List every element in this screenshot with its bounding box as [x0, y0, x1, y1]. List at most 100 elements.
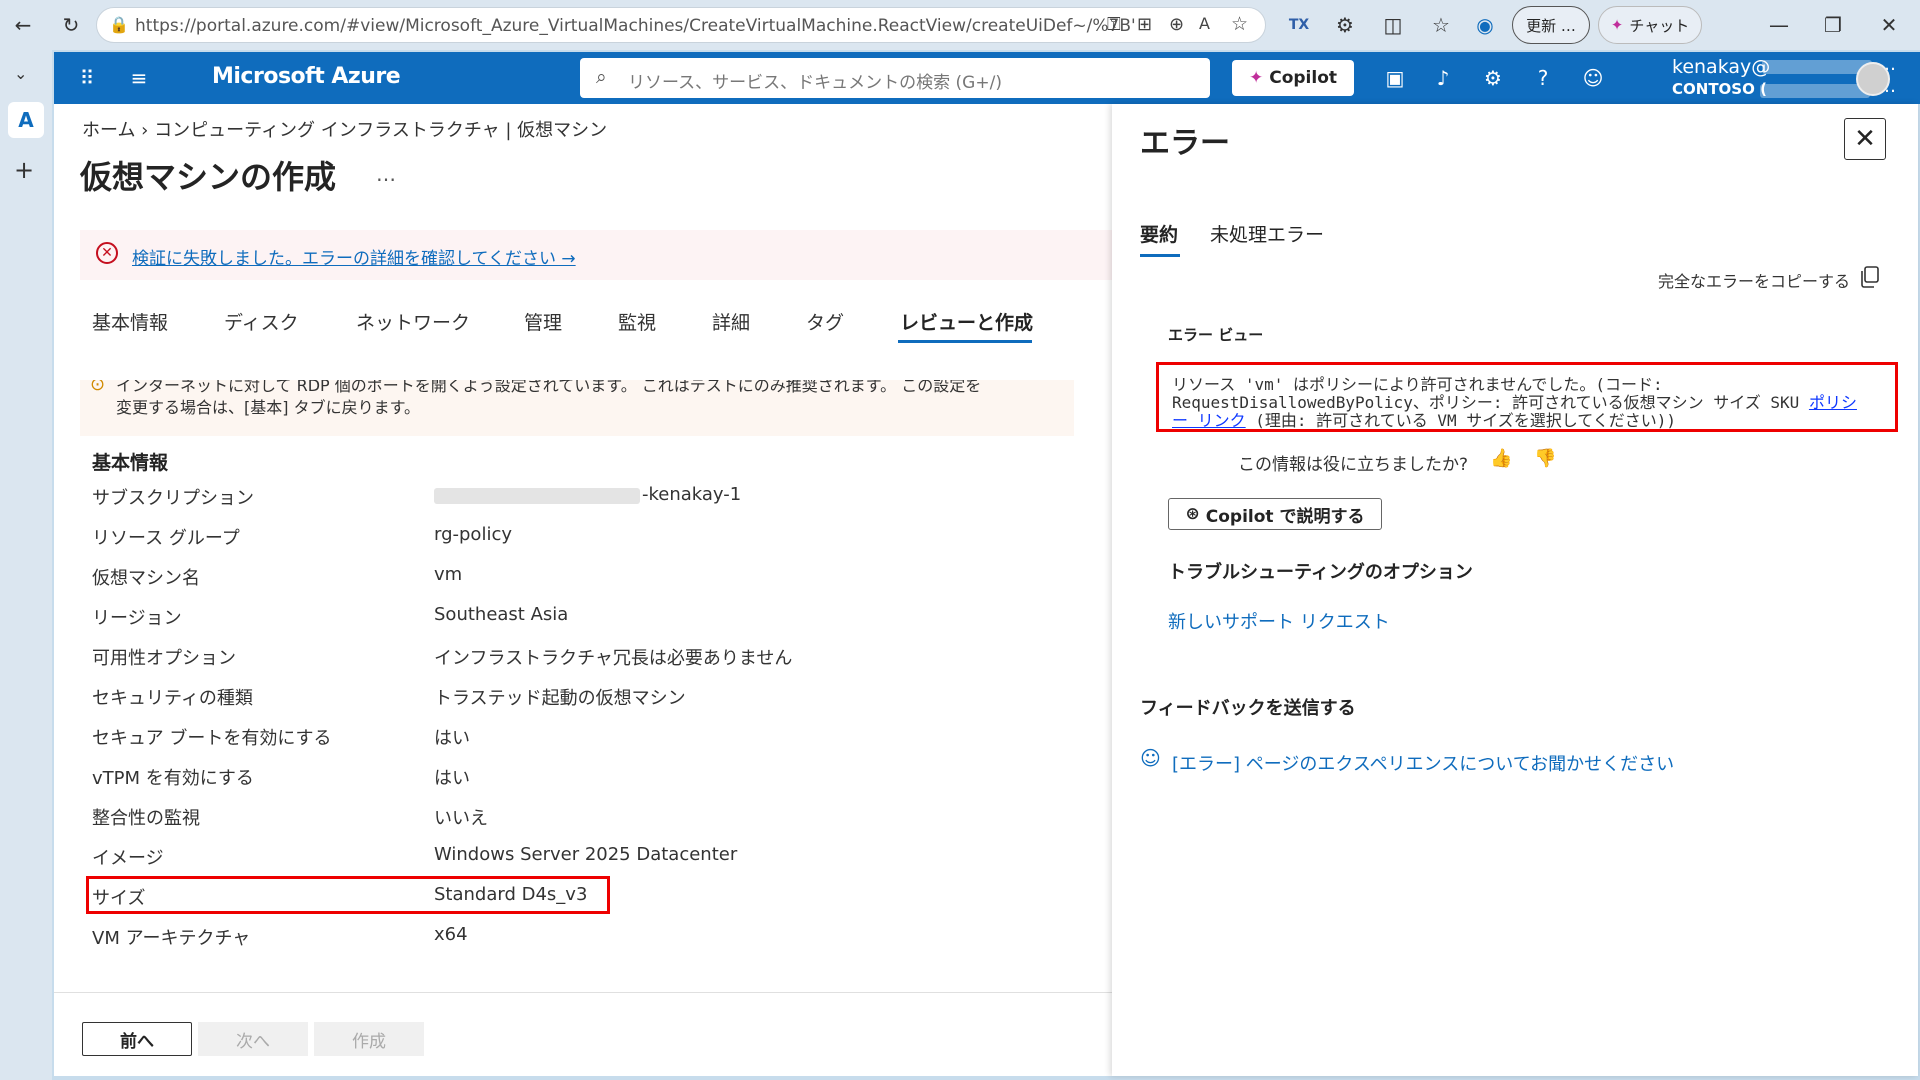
row-value: Southeast Asia	[434, 604, 569, 625]
feedback-link[interactable]: [エラー] ページのエクスペリエンスについてお聞かせください	[1172, 750, 1674, 776]
minimize-icon[interactable]: —	[1762, 8, 1796, 42]
address-bar[interactable]: 🔒 https://portal.azure.com/#view/Microso…	[96, 7, 1266, 43]
cloud-shell-icon[interactable]: ▣	[1380, 63, 1410, 93]
tab-summary[interactable]: 要約	[1140, 220, 1178, 247]
tab-advanced[interactable]: 詳細	[712, 308, 750, 335]
favorites-icon[interactable]: ☆	[1424, 8, 1458, 42]
feedback-icon[interactable]: ☺	[1578, 63, 1608, 93]
row-value: はい	[434, 768, 470, 789]
next-button[interactable]: 次へ	[198, 1022, 308, 1056]
add-icon[interactable]: +	[14, 156, 34, 184]
favorite-star-icon[interactable]: ☆	[1231, 13, 1248, 35]
notifications-icon[interactable]: ♪	[1428, 63, 1458, 93]
tab-networking[interactable]: ネットワーク	[356, 308, 470, 335]
error-message: リソース 'vm' はポリシーにより許可されませんでした。(コード: Reque…	[1172, 375, 1857, 430]
url-text: https://portal.azure.com/#view/Microsoft…	[135, 16, 1135, 36]
avatar[interactable]	[1856, 62, 1890, 96]
back-icon[interactable]: ←	[6, 8, 40, 42]
copilot-icon: ⊛	[1185, 504, 1200, 524]
tab-monitoring[interactable]: 監視	[618, 308, 656, 335]
menu-icon[interactable]: ≡	[124, 63, 154, 93]
row-label: 可用性オプション	[92, 648, 236, 669]
row-value: x64	[434, 924, 468, 945]
tab-tags[interactable]: タグ	[806, 308, 844, 335]
browser-sidebar: ⌄ A +	[0, 50, 52, 1080]
new-support-request-link[interactable]: 新しいサポート リクエスト	[1168, 608, 1390, 634]
warning-text-line2: 変更する場合は、[基本] タブに戻ります。	[116, 398, 420, 417]
row-label: セキュア ブートを有効にする	[92, 728, 332, 749]
split-screen-icon[interactable]: ◫	[1376, 8, 1410, 42]
copy-full-error-link[interactable]: 完全なエラーをコピーする	[1658, 268, 1850, 292]
copilot-icon: ✦	[1248, 68, 1264, 88]
blurred-tenant	[1760, 84, 1870, 98]
copy-icon[interactable]	[1860, 266, 1880, 288]
create-vm-blade: ホーム › コンピューティング インフラストラクチャ | 仮想マシン 仮想マシン…	[54, 104, 1112, 1076]
search-icon: ⌕	[596, 66, 607, 88]
row-label: 仮想マシン名	[92, 568, 200, 589]
settings-icon[interactable]: ⚙	[1478, 63, 1508, 93]
row-label: リソース グループ	[92, 528, 240, 549]
more-options-button[interactable]: …	[376, 162, 396, 186]
restore-icon[interactable]: ❐	[1816, 8, 1850, 42]
tab-basics[interactable]: 基本情報	[92, 308, 168, 335]
key-icon[interactable]: ⚿	[1107, 14, 1121, 35]
row-value: Windows Server 2025 Datacenter	[434, 844, 738, 865]
chevron-down-icon[interactable]: ⌄	[14, 64, 27, 83]
rdp-warning: ⊙ インターネットに対して RDP 個のポートを開くよう設定されています。 これ…	[80, 380, 1074, 436]
translate-icon[interactable]: TX	[1282, 8, 1316, 42]
brand-title[interactable]: Microsoft Azure	[212, 64, 401, 89]
lock-icon: 🔒	[109, 15, 129, 34]
thumbs-down-icon[interactable]: 👎	[1534, 448, 1556, 469]
section-title: 基本情報	[92, 452, 169, 474]
app-launcher-icon[interactable]: ⠿	[72, 63, 102, 93]
blurred-account	[1762, 60, 1872, 74]
close-icon[interactable]: ✕	[1844, 118, 1886, 160]
copilot-button[interactable]: ✦ Copilot	[1232, 60, 1354, 96]
read-aloud-icon[interactable]: A	[1199, 14, 1210, 33]
row-label: リージョン	[92, 608, 182, 629]
feedback-title: フィードバックを送信する	[1140, 698, 1356, 719]
thumbs-up-icon[interactable]: 👍	[1490, 448, 1512, 469]
tab-disks[interactable]: ディスク	[224, 308, 299, 335]
helpful-prompt: この情報は役に立ちましたか?	[1238, 455, 1469, 475]
prev-button[interactable]: 前へ	[82, 1022, 192, 1056]
create-button[interactable]: 作成	[314, 1022, 424, 1056]
azure-tab-icon[interactable]: A	[8, 102, 44, 138]
account-name[interactable]: kenakay@	[1672, 56, 1770, 78]
tab-review-create[interactable]: レビューと作成	[900, 308, 1033, 335]
size-highlight-box	[86, 876, 610, 914]
extensions-icon[interactable]: ⚙	[1328, 8, 1362, 42]
tab-raw-error[interactable]: 未処理エラー	[1210, 220, 1324, 247]
panel-title: エラー	[1140, 126, 1230, 161]
chat-button[interactable]: ✦ チャット	[1598, 6, 1702, 44]
row-value: vm	[434, 564, 463, 585]
row-label: イメージ	[92, 848, 164, 869]
copilot-explain-button[interactable]: ⊛ Copilot で説明する	[1168, 498, 1382, 530]
row-value: インフラストラクチャ冗長は必要ありません	[434, 648, 793, 669]
feedback-icon: ☺	[1140, 746, 1161, 770]
row-value: rg-policy	[434, 524, 512, 545]
row-label: VM アーキテクチャ	[92, 928, 251, 949]
close-window-icon[interactable]: ✕	[1872, 8, 1906, 42]
search-placeholder: リソース、サービス、ドキュメントの検索 (G+/)	[628, 73, 1002, 93]
footer-divider	[54, 992, 1112, 993]
tenant-name[interactable]: CONTOSO (	[1672, 80, 1767, 98]
error-circle-icon: ✕	[96, 242, 118, 264]
tab-management[interactable]: 管理	[524, 308, 562, 335]
update-button[interactable]: 更新 …	[1512, 6, 1590, 44]
help-icon[interactable]: ?	[1528, 63, 1558, 93]
breadcrumb[interactable]: ホーム › コンピューティング インフラストラクチャ | 仮想マシン	[82, 116, 607, 142]
azure-header: ⠿ ≡ Microsoft Azure ⌕ リソース、サービス、ドキュメントの検…	[54, 52, 1920, 104]
blurred-subscription-id	[434, 488, 640, 504]
active-tab-indicator	[898, 340, 1032, 343]
zoom-icon[interactable]: ⊕	[1169, 14, 1184, 35]
profile-icon[interactable]: ◉	[1468, 8, 1502, 42]
row-label: セキュリティの種類	[92, 688, 253, 709]
apps-icon[interactable]: ⊞	[1137, 14, 1152, 35]
error-view-label: エラー ビュー	[1168, 326, 1264, 344]
row-label: サブスクリプション	[92, 488, 254, 509]
warning-icon: ⊙	[90, 380, 106, 395]
search-input[interactable]: ⌕ リソース、サービス、ドキュメントの検索 (G+/)	[580, 58, 1210, 98]
refresh-icon[interactable]: ↻	[54, 8, 88, 42]
error-details-link[interactable]: 検証に失敗しました。エラーの詳細を確認してください →	[132, 244, 576, 269]
